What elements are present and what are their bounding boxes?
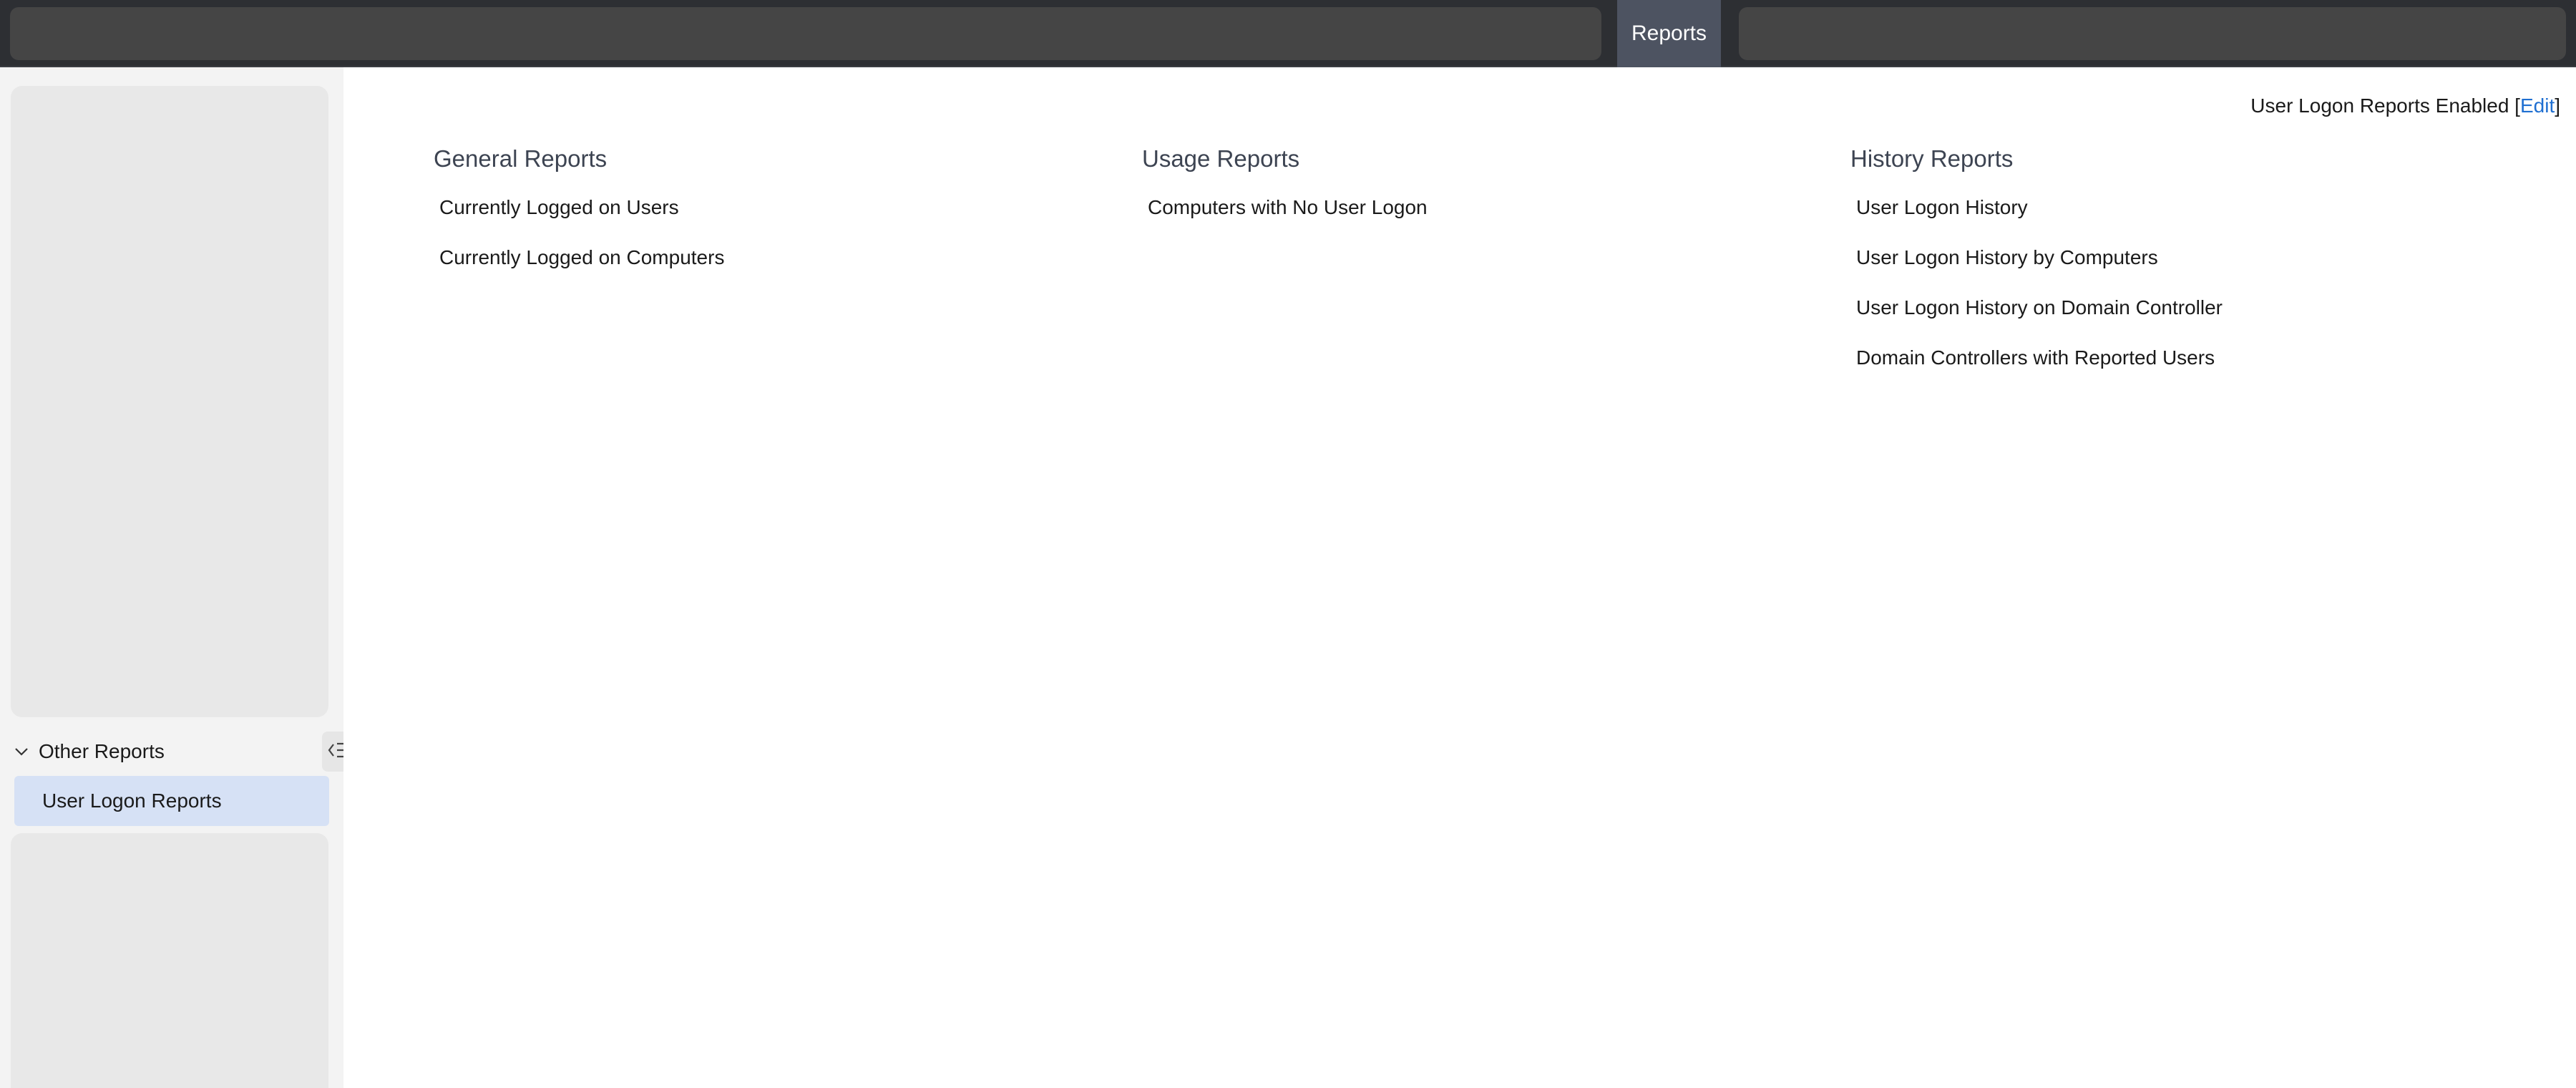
report-link[interactable]: User Logon History: [1850, 195, 2494, 245]
report-column-general: General Reports Currently Logged on User…: [434, 145, 1078, 295]
status-line: User Logon Reports Enabled [Edit]: [2250, 94, 2560, 117]
report-link[interactable]: Domain Controllers with Reported Users: [1850, 345, 2494, 395]
sidebar-section-other-reports[interactable]: Other Reports: [13, 737, 342, 766]
top-bar-placeholder-left: [10, 7, 1601, 60]
report-link[interactable]: User Logon History by Computers: [1850, 245, 2494, 295]
sidebar-section-label: Other Reports: [39, 740, 165, 762]
sidebar-item-user-logon-reports[interactable]: User Logon Reports: [14, 776, 329, 826]
status-bracket: ]: [2555, 94, 2560, 117]
edit-link[interactable]: Edit: [2520, 94, 2555, 117]
report-link[interactable]: Currently Logged on Computers: [434, 245, 1078, 295]
top-navigation-bar: Reports: [0, 0, 2576, 67]
top-bar-placeholder-right: [1739, 7, 2566, 60]
sidebar-placeholder-top: [11, 86, 328, 717]
report-link-list: Computers with No User Logon: [1142, 195, 1786, 245]
report-column-usage: Usage Reports Computers with No User Log…: [1142, 145, 1786, 245]
main-content: User Logon Reports Enabled [Edit] Genera…: [343, 67, 2576, 1088]
status-text: User Logon Reports Enabled [: [2250, 94, 2520, 117]
report-link[interactable]: Currently Logged on Users: [434, 195, 1078, 245]
tab-reports[interactable]: Reports: [1617, 0, 1721, 67]
report-link[interactable]: Computers with No User Logon: [1142, 195, 1786, 245]
report-link[interactable]: User Logon History on Domain Controller: [1850, 295, 2494, 345]
column-title: Usage Reports: [1142, 145, 1300, 172]
sidebar-item-label: User Logon Reports: [42, 790, 222, 812]
report-link-list: Currently Logged on Users Currently Logg…: [434, 195, 1078, 295]
column-title: History Reports: [1850, 145, 2014, 172]
report-column-history: History Reports User Logon History User …: [1850, 145, 2494, 395]
report-link-list: User Logon History User Logon History by…: [1850, 195, 2494, 395]
column-title: General Reports: [434, 145, 608, 172]
chevron-down-icon: [13, 743, 30, 760]
sidebar: Other Reports User Logon Reports: [0, 67, 356, 1088]
sidebar-placeholder-bottom: [11, 833, 328, 1088]
